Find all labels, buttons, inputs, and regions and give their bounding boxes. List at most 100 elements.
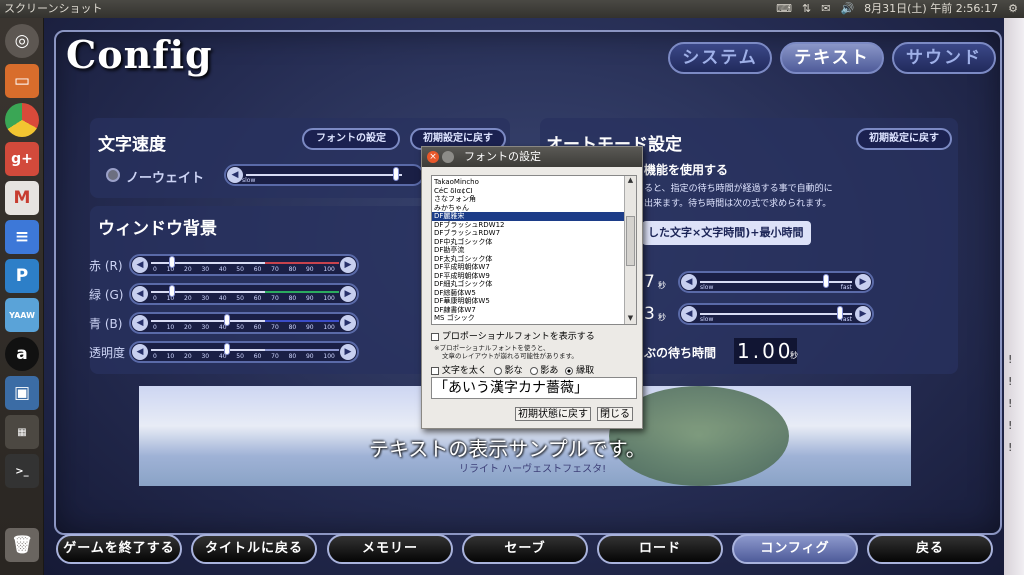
tab-text[interactable]: テキスト [780,42,884,74]
font-list-item[interactable]: DF平成明朝体W7 [432,263,624,272]
color-slider[interactable]: ◀ ▶ 0 10 20 30 40 50 60 70 80 90 100 [129,283,359,305]
amazon-icon[interactable]: a [5,337,39,371]
font-list-item[interactable]: CéC δΙα¢CΙ [432,187,624,196]
font-list-item[interactable]: さなフォン角 [432,195,624,204]
mail-icon[interactable]: ✉ [821,0,830,18]
tick-label: 100 [323,324,335,331]
slider-knob[interactable] [168,285,175,297]
font-list-item[interactable]: DF綜藝体W5 [432,289,624,298]
clock[interactable]: 8月31日(土) 午前 2:56:17 [864,0,998,18]
slider-knob[interactable] [836,306,843,320]
save-button[interactable]: セーブ [462,534,588,564]
gmail-icon[interactable]: M [5,181,39,215]
wait-time-value: 1.00 [734,338,797,364]
slider-right-icon[interactable]: ▶ [340,344,356,360]
font-list[interactable]: TakaoMincho CéC δΙα¢CΙ さなフォン角 みかちゃん DF麗雅宋 DFブ… [431,175,637,325]
tab-sound[interactable]: サウンド [892,42,996,74]
reset-default-button[interactable]: 初期状態に戻す [515,407,591,421]
slider-knob[interactable] [224,343,231,355]
font-list-item[interactable]: DF太丸ゴシック体 [432,255,624,264]
minimize-icon[interactable] [442,151,454,163]
config-button[interactable]: コンフィグ [732,534,858,564]
network-icon[interactable]: ⇅ [802,0,811,18]
slider-left-icon[interactable]: ◀ [132,344,148,360]
dialog-titlebar[interactable]: × フォントの設定 [422,147,642,167]
dash-home-icon[interactable]: ◎ [5,24,39,58]
font-list-item[interactable]: みかちゃん [432,204,624,213]
slider-right-icon[interactable]: ▶ [855,306,871,322]
color-slider[interactable]: ◀ ▶ 0 10 20 30 40 50 60 70 80 90 100 [129,341,359,363]
desktop-background-strip: !!!!! [1004,18,1024,575]
close-button[interactable]: 閉じる [597,407,633,421]
pandora-icon[interactable]: P [5,259,39,293]
outline-radio[interactable] [565,366,574,375]
back-button[interactable]: 戻る [867,534,993,564]
slider-ticks: 0 10 20 30 40 50 60 70 80 90 100 [153,295,335,302]
yaaw-icon[interactable]: YAAW [5,298,39,332]
slider-right-icon[interactable]: ▶ [340,286,356,302]
tab-system[interactable]: システム [668,42,772,74]
volume-icon[interactable]: 🔊 [840,0,854,18]
slider-right-icon[interactable]: ▶ [855,274,871,290]
bold-checkbox[interactable] [431,366,439,375]
power-gear-icon[interactable]: ⚙ [1008,0,1018,18]
slider-left-icon[interactable]: ◀ [681,274,697,290]
chrome-icon[interactable] [5,103,39,137]
google-plus-icon[interactable]: g+ [5,142,39,176]
proportional-checkbox[interactable] [431,332,439,341]
slider-color-fill [264,320,339,322]
font-list-item[interactable]: MS ゴシック [432,314,624,323]
trash-icon[interactable]: 🗑 [5,528,39,562]
scroll-thumb[interactable] [626,216,635,266]
font-list-item[interactable]: TakaoMincho [432,178,624,187]
font-list-item[interactable]: DF勘亭流 [432,246,624,255]
slider-track [246,174,402,176]
slider-left-icon[interactable]: ◀ [132,286,148,302]
font-list-item[interactable]: DF隷書体W7 [432,306,624,315]
auto-unit-1: 秒 [658,281,666,290]
font-list-item[interactable]: DF華康明朝体W5 [432,297,624,306]
auto-slider-1[interactable]: ◀ ▶ slow fast [678,271,874,293]
slider-knob[interactable] [224,314,231,326]
auto-mode-reset-button[interactable]: 初期設定に戻す [856,128,952,150]
close-icon[interactable]: × [427,151,439,163]
files-icon[interactable]: ▭ [5,64,39,98]
font-settings-button[interactable]: フォントの設定 [302,128,400,150]
font-list-item[interactable]: DF平成明朝体W9 [432,272,624,281]
memory-button[interactable]: メモリー [327,534,453,564]
font-list-item[interactable]: DF中丸ゴシック体 [432,238,624,247]
slider-knob[interactable] [823,274,830,288]
shadow-radio[interactable] [529,366,538,375]
font-list-item[interactable]: DF細丸ゴシック体 [432,280,624,289]
color-slider[interactable]: ◀ ▶ 0 10 20 30 40 50 60 70 80 90 100 [129,312,359,334]
slider-right-icon[interactable]: ▶ [340,315,356,331]
slider-knob[interactable] [168,256,175,268]
scroll-down-icon[interactable]: ▼ [625,314,636,324]
return-title-button[interactable]: タイトルに戻る [191,534,317,564]
workspaces-icon[interactable]: ▦ [5,415,39,449]
font-list-item[interactable]: DF麗雅宋 [432,212,624,221]
docs-icon[interactable]: ≡ [5,220,39,254]
no-wait-radio[interactable] [106,168,120,182]
text-speed-slider[interactable]: ◀ slow [224,164,424,186]
font-list-scrollbar[interactable]: ▲ ▼ [624,176,636,324]
load-button[interactable]: ロード [597,534,723,564]
slider-knob[interactable] [392,167,399,181]
auto-enable-label[interactable]: 機能を使用する [644,161,728,178]
slider-left-icon[interactable]: ◀ [132,257,148,273]
keyboard-icon[interactable]: ⌨ [776,0,792,18]
terminal-icon[interactable]: >_ [5,454,39,488]
font-list-item[interactable]: DFブラッシュRDW12 [432,221,624,230]
scroll-up-icon[interactable]: ▲ [625,176,636,186]
color-slider[interactable]: ◀ ▶ 0 10 20 30 40 50 60 70 80 90 100 [129,254,359,276]
auto-slider-2[interactable]: ◀ ▶ slow fast [678,303,874,325]
font-list-item[interactable]: DFブラッシュRDW7 [432,229,624,238]
slider-left-icon[interactable]: ◀ [227,167,243,183]
virtualbox-icon[interactable]: ▣ [5,376,39,410]
slider-right-icon[interactable]: ▶ [340,257,356,273]
slider-left-icon[interactable]: ◀ [681,306,697,322]
shadow-none-radio[interactable] [493,366,502,375]
proportional-row[interactable]: プロポーショナルフォントを表示する [431,329,595,342]
slider-left-icon[interactable]: ◀ [132,315,148,331]
quit-game-button[interactable]: ゲームを終了する [56,534,182,564]
